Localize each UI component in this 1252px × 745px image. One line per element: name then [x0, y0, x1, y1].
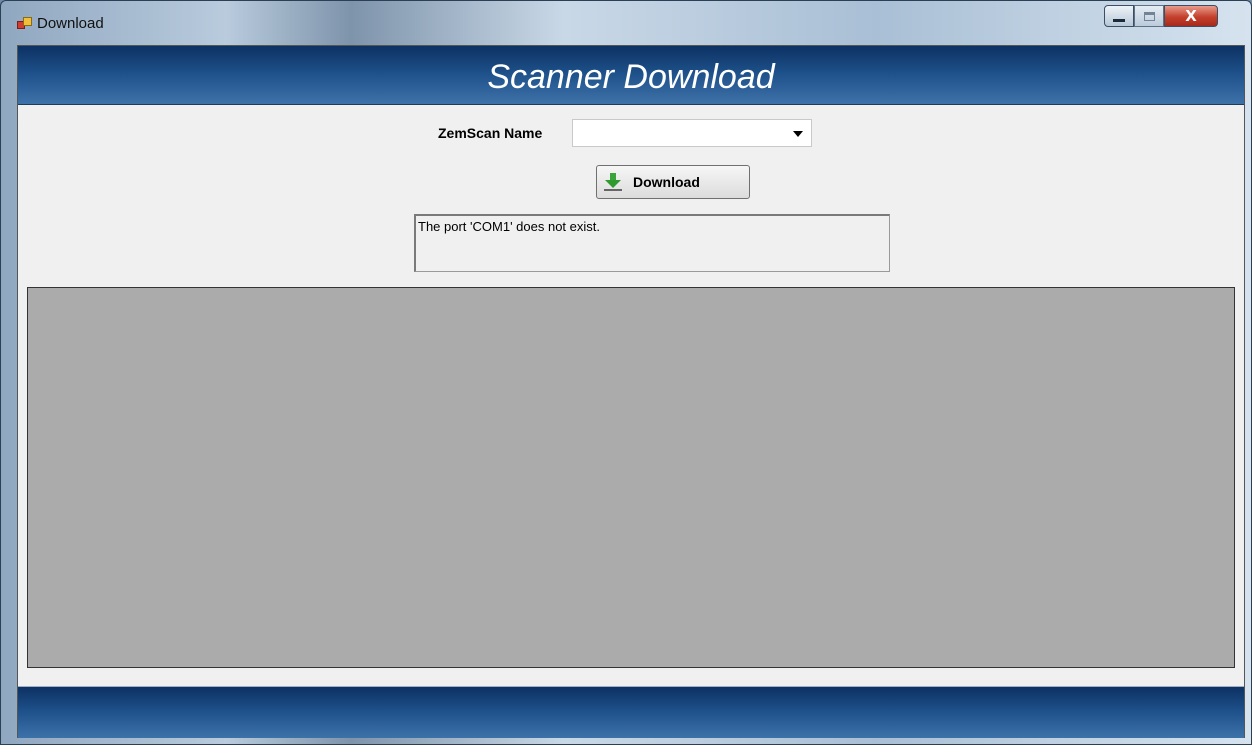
minimize-icon: [1113, 18, 1125, 22]
content-panel: [27, 287, 1235, 668]
client-area: Scanner Download ZemScan Name Download T…: [17, 45, 1245, 738]
maximize-icon: [1143, 11, 1155, 21]
header-banner: Scanner Download: [18, 46, 1244, 105]
status-message-box[interactable]: The port 'COM1' does not exist.: [414, 214, 890, 272]
footer-banner: [18, 686, 1244, 738]
chevron-down-icon[interactable]: [793, 131, 803, 137]
app-window-icon[interactable]: [17, 17, 32, 29]
close-button[interactable]: X: [1164, 5, 1218, 27]
download-button-label: Download: [633, 174, 700, 190]
window-title: Download: [37, 15, 104, 32]
page-title: Scanner Download: [487, 58, 775, 96]
zemscan-name-dropdown[interactable]: [572, 119, 812, 147]
download-arrow-icon: [603, 172, 623, 192]
download-button[interactable]: Download: [596, 165, 750, 199]
close-icon: X: [1185, 6, 1197, 25]
maximize-button: [1134, 5, 1164, 27]
zemscan-name-label: ZemScan Name: [438, 125, 543, 141]
title-bar[interactable]: Download X: [1, 1, 1251, 45]
application-window: Download X Scanner Download ZemScan Name…: [0, 0, 1252, 745]
minimize-button[interactable]: [1104, 5, 1134, 27]
